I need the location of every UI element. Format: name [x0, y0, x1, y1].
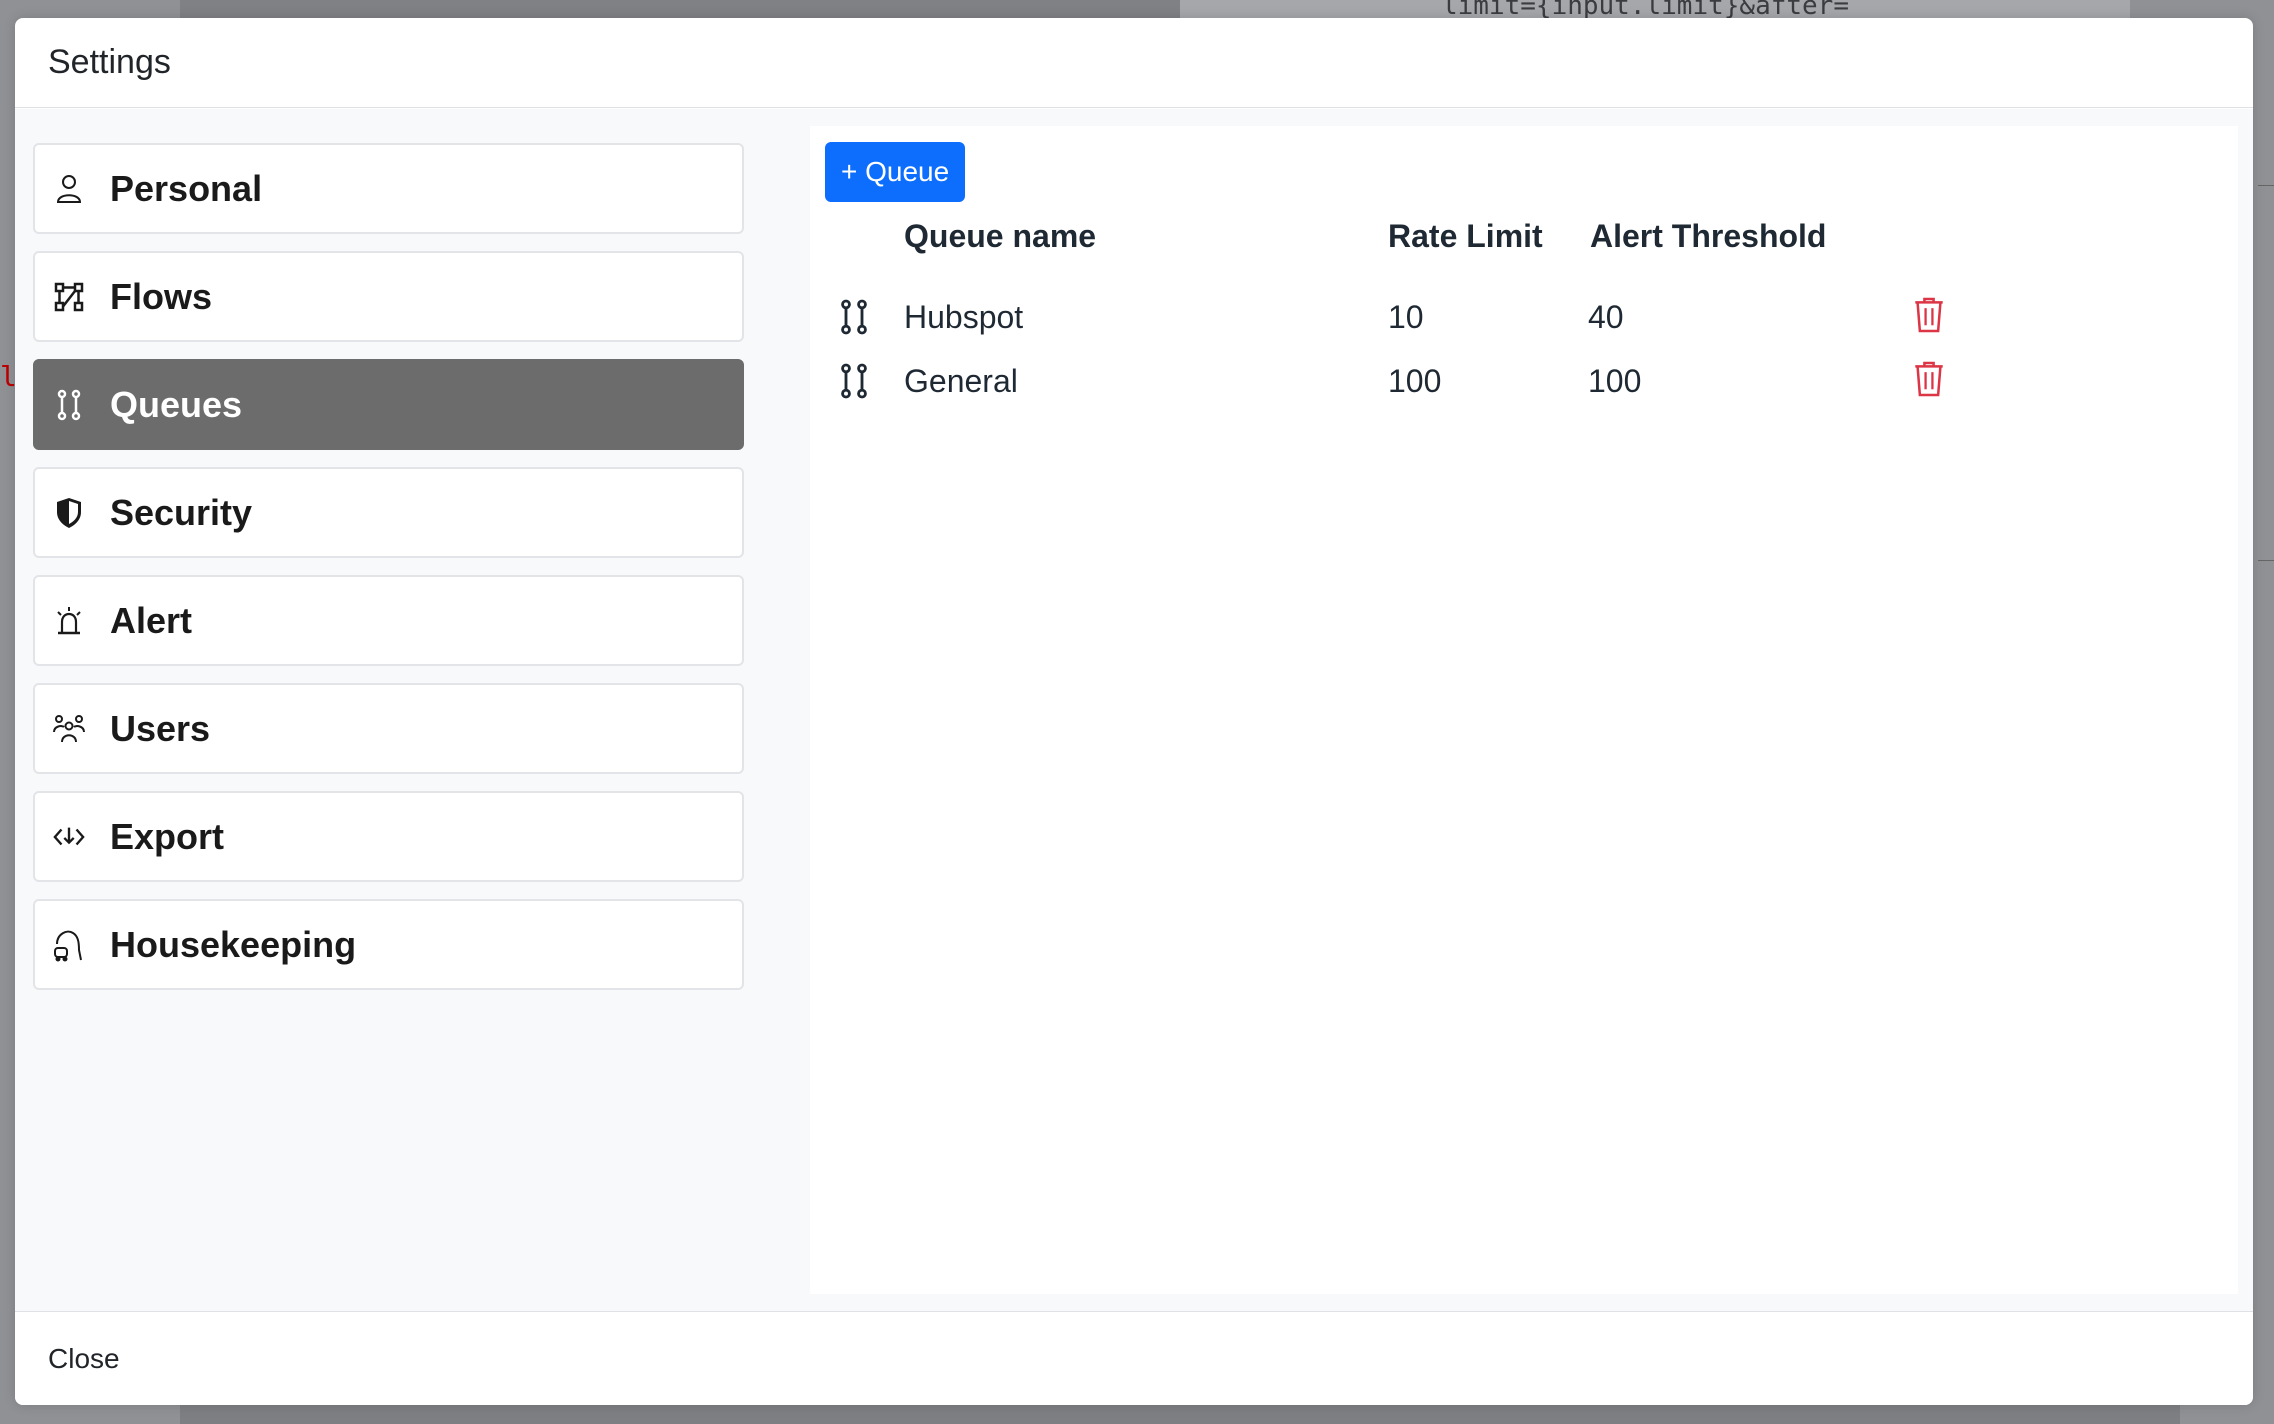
- queue-rate-limit: 100: [1388, 363, 1442, 399]
- queue-alert-threshold: 100: [1588, 363, 1642, 399]
- add-queue-button[interactable]: + Queue: [825, 142, 966, 202]
- alarm-icon: [53, 605, 85, 637]
- shield-icon: [53, 497, 85, 529]
- queues-icon: [53, 389, 85, 421]
- close-button[interactable]: Close: [48, 1343, 120, 1375]
- sidebar-item-label: Users: [110, 707, 211, 749]
- sidebar-item-label: Security: [110, 491, 253, 533]
- sidebar-item-label: Personal: [110, 167, 263, 209]
- sidebar-item-export[interactable]: Export: [33, 791, 744, 882]
- users-icon: [53, 713, 85, 745]
- queue-icon: [838, 361, 870, 401]
- sidebar-item-label: Export: [110, 815, 225, 857]
- person-icon: [53, 173, 85, 205]
- sidebar-item-flows[interactable]: Flows: [33, 251, 744, 342]
- modal-header: Settings: [15, 18, 2253, 108]
- modal-body: Personal Flows Queues Security Alert Use…: [15, 109, 2253, 1328]
- sidebar-item-personal[interactable]: Personal: [33, 143, 744, 234]
- column-header-alert-threshold: Alert Threshold: [1590, 218, 1827, 254]
- sidebar-item-label: Housekeeping: [110, 923, 357, 965]
- backdrop-panel: [180, 1405, 2180, 1424]
- sidebar-item-label: Alert: [110, 599, 193, 641]
- sidebar-item-queues[interactable]: Queues: [33, 359, 744, 450]
- settings-modal: Settings Personal Flows Queues Security …: [15, 18, 2253, 1405]
- trash-icon[interactable]: [1913, 295, 1945, 335]
- queues-panel: + Queue Queue name Rate Limit Alert Thre…: [810, 126, 2238, 1294]
- sidebar-item-security[interactable]: Security: [33, 467, 744, 558]
- table-row: General 100 100: [810, 353, 2238, 413]
- column-header-queue-name: Queue name: [904, 218, 1097, 254]
- queue-name: Hubspot: [904, 299, 1024, 335]
- queue-rate-limit: 10: [1388, 299, 1424, 335]
- modal-title: Settings: [48, 43, 171, 81]
- sidebar-item-users[interactable]: Users: [33, 683, 744, 774]
- sidebar-item-housekeeping[interactable]: Housekeeping: [33, 899, 744, 990]
- backdrop-panel: [180, 0, 1180, 18]
- backdrop-divider: [2258, 560, 2274, 561]
- flows-icon: [53, 281, 85, 313]
- queue-alert-threshold: 40: [1588, 299, 1624, 335]
- sidebar-item-alert[interactable]: Alert: [33, 575, 744, 666]
- sidebar-item-label: Flows: [110, 275, 213, 317]
- queue-name: General: [904, 363, 1018, 399]
- queue-icon: [838, 297, 870, 337]
- table-row: Hubspot 10 40: [810, 289, 2238, 349]
- trash-icon[interactable]: [1913, 359, 1945, 399]
- vacuum-icon: [53, 929, 85, 962]
- export-icon: [53, 821, 85, 853]
- settings-sidebar: Personal Flows Queues Security Alert Use…: [33, 143, 744, 1007]
- modal-footer: Close: [15, 1311, 2253, 1405]
- column-header-rate-limit: Rate Limit: [1388, 218, 1543, 254]
- backdrop-divider: [2258, 185, 2274, 186]
- sidebar-item-label: Queues: [110, 383, 243, 425]
